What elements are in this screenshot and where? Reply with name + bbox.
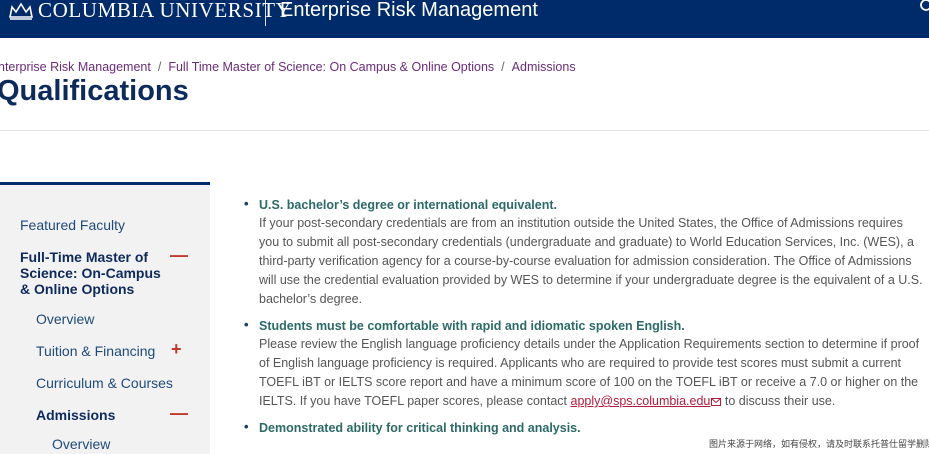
list-item: • Students must be comfortable with rapi…	[244, 317, 924, 411]
breadcrumb-link-erm[interactable]: nterprise Risk Management	[0, 60, 151, 74]
sidebar-item-curriculum[interactable]: Curriculum & Courses	[36, 375, 173, 391]
header-divider	[265, 0, 266, 26]
sidebar-item-admissions[interactable]: Admissions	[36, 407, 115, 423]
sidebar-item-featured-faculty[interactable]: Featured Faculty	[20, 217, 125, 233]
mail-icon	[711, 397, 722, 406]
list-item: • Demonstrated ability for critical thin…	[244, 419, 924, 437]
watermark-text: 图片来源于网络，如有侵权，请及时联系托普仕留学删除	[709, 439, 929, 449]
site-title[interactable]: Enterprise Risk Management	[280, 0, 538, 22]
site-header: COLUMBIA UNIVERSITY Enterprise Risk Mana…	[0, 0, 929, 38]
requirement-heading: Students must be comfortable with rapid …	[259, 319, 685, 333]
requirement-text: to discuss their use.	[721, 394, 836, 408]
university-brand[interactable]: COLUMBIA UNIVERSITY	[38, 0, 291, 23]
page-title: Qualifications	[0, 75, 189, 107]
requirement-heading: Demonstrated ability for critical thinki…	[259, 421, 581, 435]
crown-icon[interactable]	[8, 2, 34, 20]
sidebar-nav: Featured Faculty Full-Time Master of Sci…	[0, 182, 210, 454]
sidebar-item-admissions-overview[interactable]: Overview	[52, 436, 110, 452]
email-link[interactable]: apply@sps.columbia.edu	[571, 394, 711, 408]
sidebar-item-full-time-ms[interactable]: Full-Time Master of Science: On-Campus &…	[20, 249, 170, 297]
sidebar-item-overview[interactable]: Overview	[36, 311, 94, 327]
breadcrumb-link-admissions[interactable]: Admissions	[512, 60, 576, 74]
collapse-toggle-icon[interactable]: —	[170, 246, 188, 264]
divider	[0, 130, 929, 131]
breadcrumb-separator: /	[501, 60, 505, 74]
search-icon[interactable]	[919, 0, 929, 14]
breadcrumb-separator: /	[157, 60, 162, 74]
requirement-heading: U.S. bachelor’s degree or international …	[259, 198, 557, 212]
expand-toggle-icon[interactable]: +	[171, 340, 182, 358]
requirement-body: Please review the English language profi…	[259, 335, 924, 411]
bullet-icon: •	[244, 317, 249, 332]
requirements-list: • U.S. bachelor’s degree or internationa…	[244, 196, 924, 445]
collapse-toggle-icon[interactable]: —	[170, 404, 188, 422]
bullet-icon: •	[244, 419, 249, 434]
list-item: • U.S. bachelor’s degree or internationa…	[244, 196, 924, 309]
sidebar-item-tuition[interactable]: Tuition & Financing	[36, 343, 155, 359]
breadcrumb: nterprise Risk Management / Full Time Mast…	[0, 60, 576, 74]
breadcrumb-link-fulltime[interactable]: Full Time Master of Science: On Campus &…	[168, 60, 494, 74]
bullet-icon: •	[244, 196, 249, 211]
requirement-body: If your post-secondary credentials are f…	[259, 216, 923, 306]
